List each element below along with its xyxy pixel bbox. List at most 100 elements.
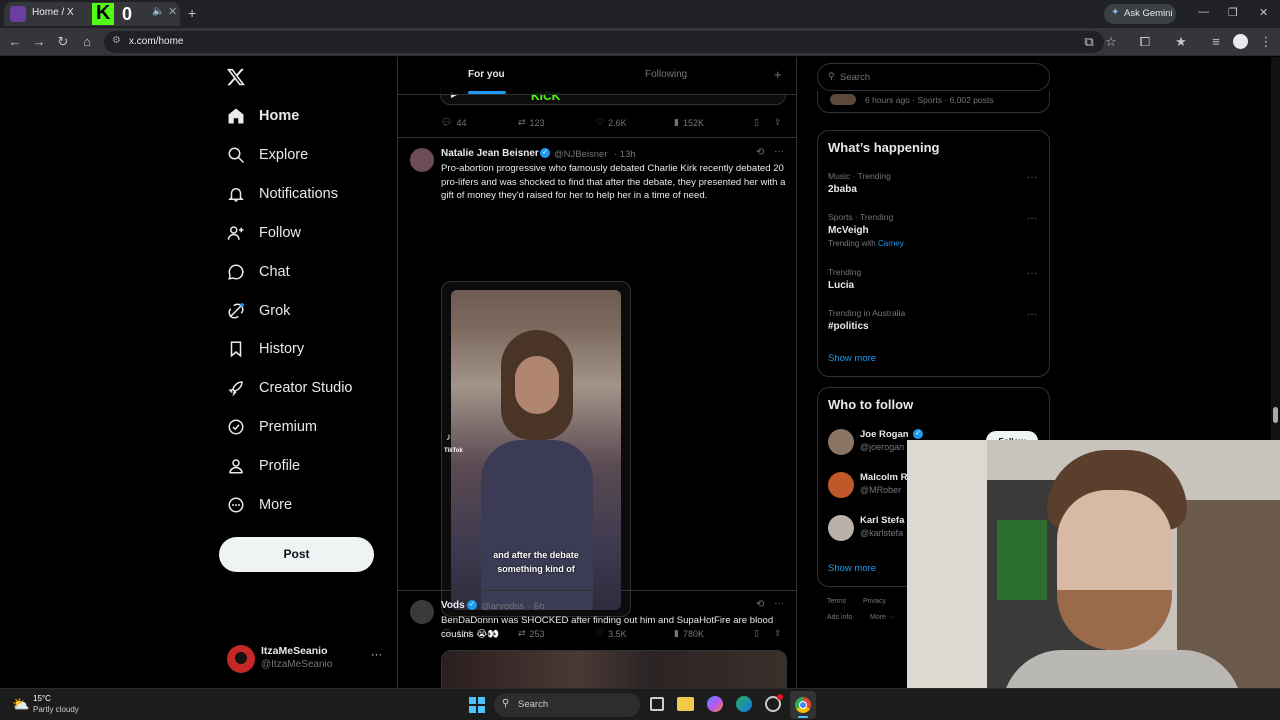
tweet-more-icon[interactable]: ··· xyxy=(774,146,784,157)
nav-history[interactable]: History xyxy=(227,334,304,364)
trend-more-icon[interactable]: ··· xyxy=(1027,268,1037,279)
nav-grok[interactable]: Grok xyxy=(227,296,290,326)
tweet-more-icon[interactable]: ··· xyxy=(774,598,784,609)
nav-follow[interactable]: Follow xyxy=(227,218,301,248)
tweet-video[interactable]: and after the debate something kind of ♪… xyxy=(441,281,631,617)
tiktok-icon: ♪ xyxy=(446,432,451,443)
nav-premium[interactable]: Premium xyxy=(227,412,317,442)
nav-creator-studio[interactable]: Creator Studio xyxy=(227,373,353,403)
chrome-taskbar-button[interactable] xyxy=(790,691,816,719)
start-icon[interactable] xyxy=(469,697,485,713)
tab-for-you[interactable]: For you xyxy=(468,69,505,80)
bookmark-tweet-icon[interactable]: ▯ xyxy=(754,117,759,128)
repost-button[interactable]: ⇄ 123 xyxy=(518,117,545,128)
avatar xyxy=(410,600,434,624)
trend-item[interactable]: Sports · Trending McVeigh Trending with … xyxy=(828,212,1038,248)
account-more-icon[interactable]: ··· xyxy=(371,649,382,661)
nav-notifications[interactable]: Notifications xyxy=(227,179,338,209)
face xyxy=(515,356,559,414)
footer-more-link[interactable]: More ··· xyxy=(870,614,895,621)
trend-item[interactable]: Trending in Australia #politics xyxy=(828,308,1038,332)
trend-more-icon[interactable]: ··· xyxy=(1027,172,1037,183)
edge-icon[interactable] xyxy=(736,696,752,712)
show-more-link[interactable]: Show more xyxy=(828,353,876,364)
mute-tab-icon[interactable]: 🔈 xyxy=(152,6,164,17)
grok-explain-icon[interactable]: ⟲ xyxy=(756,599,764,610)
tweet-vods[interactable]: Vods ✓ @arvodss · 6h ⟲ ··· BenDaDonnn wa… xyxy=(398,591,796,688)
views-button[interactable]: ▮ 152K xyxy=(674,117,704,128)
video-caption-line-2: something kind of xyxy=(497,564,575,574)
search-input[interactable]: ⚲ Search xyxy=(817,63,1050,91)
reply-button[interactable]: 💬︎ 44 xyxy=(441,117,466,128)
add-feed-icon[interactable]: + xyxy=(774,67,782,82)
footer-privacy-link[interactable]: Privacy xyxy=(863,598,886,605)
trend-more-icon[interactable]: ··· xyxy=(1027,213,1037,224)
trend-item[interactable]: Trending Lucia xyxy=(828,267,1038,291)
avatar xyxy=(410,148,434,172)
author-name[interactable]: Natalie Jean Beisner xyxy=(441,148,539,159)
forward-icon[interactable]: → xyxy=(30,34,48,50)
author-handle[interactable]: @arvodss xyxy=(481,601,524,612)
nav-more[interactable]: More xyxy=(227,490,292,520)
search-icon: ⚲ xyxy=(828,71,835,81)
nav-profile[interactable]: Profile xyxy=(227,451,300,481)
tweet-media[interactable] xyxy=(441,650,787,688)
author-name[interactable]: Vods xyxy=(441,600,465,611)
author-handle[interactable]: @NJBeisner xyxy=(554,149,607,160)
task-view-icon[interactable] xyxy=(650,697,664,711)
nav-chat[interactable]: Chat xyxy=(227,257,290,287)
trend-item[interactable]: Music · Trending 2baba xyxy=(828,171,1038,195)
trend-more-icon[interactable]: ··· xyxy=(1027,309,1037,320)
nav-explore[interactable]: Explore xyxy=(227,140,308,170)
grok-explain-icon[interactable]: ⟲ xyxy=(756,147,764,158)
tweet-text: Pro-abortion progressive who famously de… xyxy=(441,163,786,201)
install-app-icon[interactable]: ⧉ xyxy=(1080,34,1098,50)
nav-home[interactable]: Home xyxy=(227,101,299,131)
account-switcher[interactable]: ItzaMeSeanio @ItzaMeSeanio ··· xyxy=(224,642,384,676)
close-tab-icon[interactable]: ✕ xyxy=(168,5,177,18)
minimize-icon[interactable]: — xyxy=(1198,6,1209,18)
show-more-link[interactable]: Show more xyxy=(828,563,876,574)
profile-avatar-icon[interactable] xyxy=(1233,34,1248,49)
site-info-icon[interactable]: ⚙ xyxy=(112,35,121,46)
taskbar-search[interactable]: ⚲ Search xyxy=(494,693,640,717)
previous-trend-card[interactable]: 6 hours ago · Sports · 6,002 posts xyxy=(817,91,1050,113)
like-button[interactable]: ♡ 2.6K xyxy=(596,117,627,128)
tweet-natalie[interactable]: Natalie Jean Beisner ✓ @NJBeisner · 13h … xyxy=(398,138,796,639)
post-button[interactable]: Post xyxy=(219,537,374,572)
file-explorer-icon[interactable] xyxy=(677,697,694,711)
main-feed: For you Following + KICK ▶ 💬︎44 ⇄123 ♡2.… xyxy=(397,57,797,688)
ask-gemini-button[interactable]: ✦ Ask Gemini xyxy=(1104,4,1176,24)
tab-following[interactable]: Following xyxy=(645,69,687,80)
new-tab-icon[interactable]: + xyxy=(188,5,196,21)
suggestion-name: Joe Rogan xyxy=(860,429,909,440)
tweet-time[interactable]: · 13h xyxy=(614,149,636,160)
back-icon[interactable]: ← xyxy=(6,34,24,50)
reload-icon[interactable]: ↻ xyxy=(54,34,72,50)
chrome-icon xyxy=(795,697,811,713)
trend-extra-link[interactable]: Carney xyxy=(878,239,904,248)
address-bar[interactable]: ⚙ x.com/home xyxy=(104,31,1104,53)
bookmark-star-icon[interactable]: ☆ xyxy=(1102,34,1120,50)
close-window-icon[interactable]: ✕ xyxy=(1259,6,1268,19)
nav-label-more: More xyxy=(259,497,293,513)
maximize-icon[interactable]: ❐ xyxy=(1228,6,1238,19)
share-icon[interactable]: ⇪ xyxy=(774,117,782,128)
browser-menu-icon[interactable]: ⋮ xyxy=(1257,34,1275,50)
browser-tab[interactable]: Home / X K 0 🔈 ✕ xyxy=(4,2,180,26)
tweet-time[interactable]: · 6h xyxy=(528,601,544,612)
home-browser-icon[interactable]: ⌂ xyxy=(78,34,96,50)
views-icon: ▮ xyxy=(674,117,679,127)
x-logo-icon[interactable] xyxy=(226,67,246,92)
nav-label-home: Home xyxy=(259,108,300,124)
taskbar-search-label: Search xyxy=(518,699,549,710)
scrollbar-thumb[interactable] xyxy=(1273,407,1278,423)
footer-ads-link[interactable]: Ads info xyxy=(827,614,852,621)
footer-terms-link[interactable]: Terms xyxy=(827,598,846,605)
extensions-icon[interactable]: ⧠ xyxy=(1136,34,1154,50)
favorites-icon[interactable]: ★ xyxy=(1172,34,1190,50)
reading-list-icon[interactable]: ≡ xyxy=(1207,34,1225,50)
copilot-icon[interactable] xyxy=(707,696,723,712)
weather-icon[interactable]: ⛅ xyxy=(12,696,29,713)
heart-icon: ♡ xyxy=(596,117,605,127)
